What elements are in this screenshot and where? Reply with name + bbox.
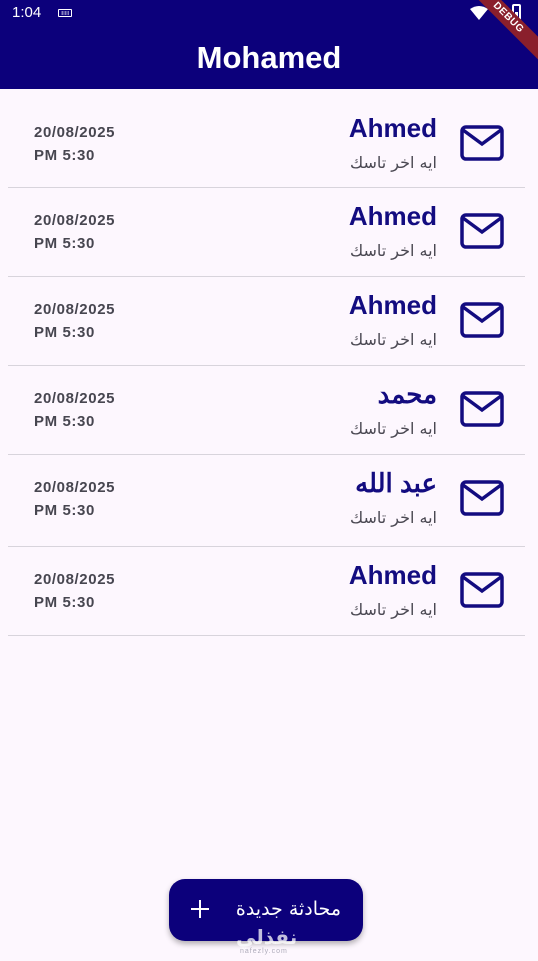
status-time: 1:04 [12,4,42,21]
conversation-item[interactable]: 20/08/2025 PM 5:30 Ahmed ايه اخر تاسك [8,100,525,188]
mail-icon [460,480,504,516]
conversation-item[interactable]: 20/08/2025 PM 5:30 عبد الله ايه اخر تاسك [8,455,525,547]
conversation-date: 20/08/2025 [34,124,116,141]
conversation-list: 20/08/2025 PM 5:30 Ahmed ايه اخر تاسك 20… [8,100,525,636]
mail-icon [460,302,504,338]
mail-icon [460,213,504,249]
conversation-date: 20/08/2025 [34,479,116,496]
conversation-time: PM 5:30 [34,235,95,252]
conversation-item[interactable]: 20/08/2025 PM 5:30 محمد ايه اخر تاسك [8,366,525,455]
conversation-time: PM 5:30 [34,594,95,611]
conversation-message: ايه اخر تاسك [349,153,437,172]
conversation-time: PM 5:30 [34,324,95,341]
conversation-message: ايه اخر تاسك [349,419,437,438]
conversation-time: PM 5:30 [34,502,95,519]
conversation-item[interactable]: 20/08/2025 PM 5:30 Ahmed ايه اخر تاسك [8,547,525,636]
conversation-name: محمد [377,379,437,409]
conversation-name: Ahmed [348,560,437,590]
conversation-message: ايه اخر تاسك [349,241,437,260]
conversation-name: عبد الله [355,468,437,498]
conversation-time: PM 5:30 [34,413,95,430]
conversation-name: Ahmed [348,201,437,231]
conversation-name: Ahmed [348,290,437,320]
conversation-name: Ahmed [348,113,437,143]
app-bar: Mohamed [0,26,538,89]
conversation-item[interactable]: 20/08/2025 PM 5:30 Ahmed ايه اخر تاسك [8,188,525,277]
conversation-date: 20/08/2025 [34,571,116,588]
mail-icon [460,572,504,608]
conversation-message: ايه اخر تاسك [349,508,437,527]
watermark-logo: نفذلي [236,925,298,949]
wifi-icon [470,6,488,20]
keyboard-icon [58,9,72,17]
conversation-message: ايه اخر تاسك [349,330,437,349]
status-bar: 1:04 [0,0,538,26]
watermark-url: nafezly.com [240,948,288,955]
mail-icon [460,391,504,427]
conversation-message: ايه اخر تاسك [349,600,437,619]
mail-icon [460,125,504,161]
conversation-date: 20/08/2025 [34,390,116,407]
conversation-item[interactable]: 20/08/2025 PM 5:30 Ahmed ايه اخر تاسك [8,277,525,366]
plus-icon [191,900,209,918]
new-conversation-label: محادثة جديدة [235,898,341,920]
conversation-date: 20/08/2025 [34,212,116,229]
conversation-date: 20/08/2025 [34,301,116,318]
conversation-time: PM 5:30 [34,147,95,164]
page-title: Mohamed [196,40,342,75]
